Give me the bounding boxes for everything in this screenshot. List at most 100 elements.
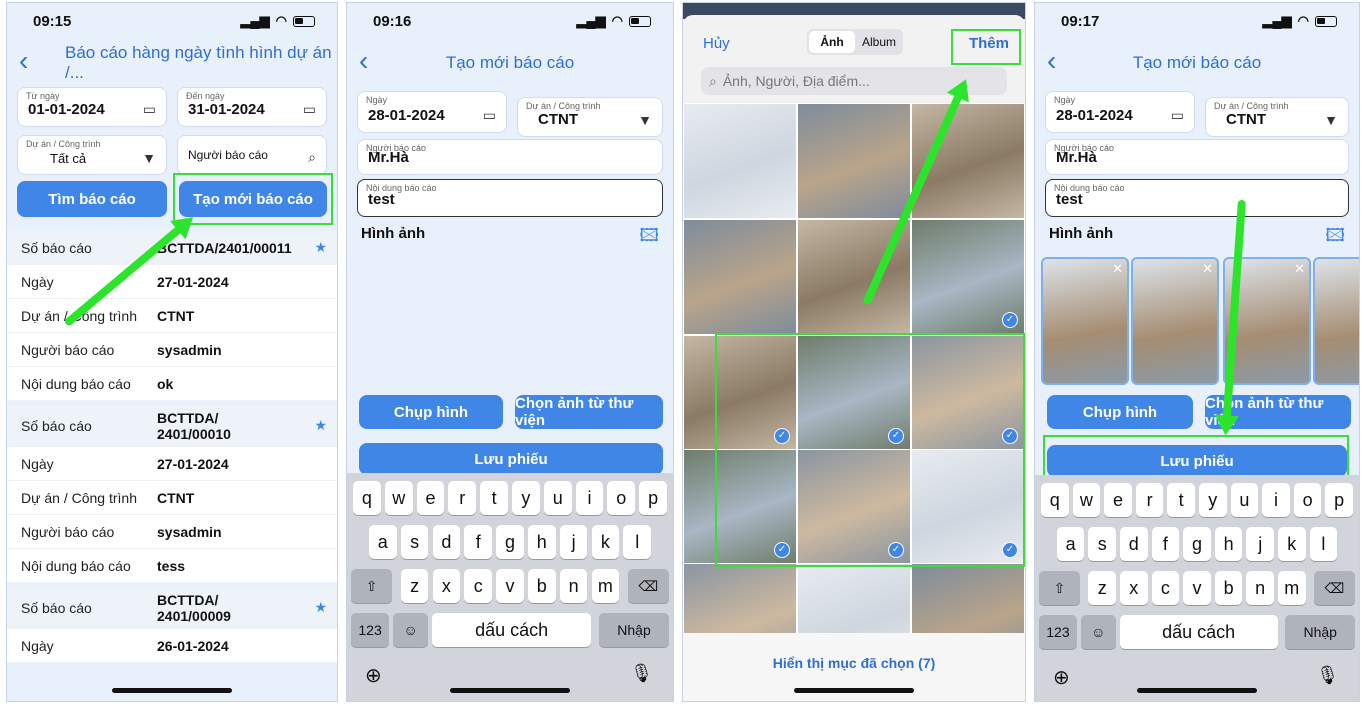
report-row[interactable]: Dự án / Công trình CTNT (7, 481, 337, 515)
date-field[interactable]: Ngày 28-01-2024 ▭ (357, 91, 507, 133)
image-gallery-icon[interactable]: 🖾 (639, 223, 659, 253)
report-row[interactable]: Ngày 27-01-2024 (7, 447, 337, 481)
show-selected-link[interactable]: Hiển thị mục đã chọn (7) (683, 655, 1025, 671)
globe-icon[interactable]: ⊕ (1053, 665, 1070, 690)
project-select[interactable]: Dự án / Công trình CTNT ▼ (1205, 97, 1349, 137)
camera-button[interactable]: Chụp hình (1047, 395, 1193, 429)
report-row[interactable]: Người báo cáo sysadmin (7, 515, 337, 549)
key-t[interactable]: t (1167, 483, 1195, 517)
remove-image-icon[interactable]: ✕ (1202, 261, 1213, 277)
library-button[interactable]: Chọn ảnh từ thư viện (515, 395, 663, 429)
key-p[interactable]: p (1325, 483, 1353, 517)
remove-image-icon[interactable]: ✕ (1112, 261, 1123, 277)
photo-thumbnail[interactable]: ✓ (911, 219, 1025, 335)
shift-key[interactable]: ⇧ (351, 569, 393, 603)
calendar-icon[interactable]: ▭ (303, 101, 316, 118)
key-w[interactable]: w (1072, 483, 1101, 517)
key-a[interactable]: a (1056, 527, 1085, 561)
search-report-button[interactable]: Tìm báo cáo (17, 181, 167, 217)
back-chevron-icon[interactable]: ‹ (359, 45, 368, 77)
key-o[interactable]: o (607, 481, 636, 515)
key-i[interactable]: i (575, 481, 604, 515)
to-date-field[interactable]: Đến ngày 31-01-2024 ▭ (177, 87, 327, 127)
tab-album[interactable]: Album (857, 31, 901, 53)
photo-thumbnail[interactable] (797, 103, 911, 219)
key-b[interactable]: b (1214, 571, 1243, 605)
report-row[interactable]: Ngày 27-01-2024 (7, 265, 337, 299)
key-c[interactable]: c (1151, 571, 1180, 605)
key-l[interactable]: l (623, 525, 652, 559)
save-button[interactable]: Lưu phiếu (359, 443, 663, 475)
key-q[interactable]: q (353, 481, 381, 515)
caret-down-icon[interactable]: ▼ (1324, 112, 1338, 128)
key-t[interactable]: t (480, 481, 508, 515)
key-k[interactable]: k (1278, 527, 1306, 561)
back-chevron-icon[interactable]: ‹ (1047, 45, 1056, 77)
shift-key[interactable]: ⇧ (1039, 571, 1081, 605)
report-row[interactable]: Số báo cáo BCTTDA/ 2401/00010 ★ (7, 405, 337, 447)
report-row[interactable]: Nội dung báo cáo ok (7, 367, 337, 401)
photo-thumbnail[interactable] (683, 219, 797, 335)
date-field[interactable]: Ngày 28-01-2024 ▭ (1045, 91, 1195, 133)
attached-image[interactable]: ✕ (1041, 257, 1129, 385)
reporter-field[interactable]: Người báo cáo Mr.Hà (357, 139, 663, 175)
key-d[interactable]: d (1120, 527, 1148, 561)
enter-key[interactable]: Nhập (1285, 615, 1355, 649)
attached-image[interactable]: ✕ (1131, 257, 1219, 385)
key-r[interactable]: r (1135, 483, 1164, 517)
back-chevron-icon[interactable]: ‹ (19, 45, 28, 77)
key-l[interactable]: l (1309, 527, 1338, 561)
key-r[interactable]: r (448, 481, 477, 515)
report-row[interactable]: Ngày 26-01-2024 (7, 629, 337, 663)
camera-button[interactable]: Chụp hình (359, 395, 503, 429)
calendar-icon[interactable]: ▭ (483, 107, 496, 124)
report-row[interactable]: Người báo cáo sysadmin (7, 333, 337, 367)
key-j[interactable]: j (559, 525, 588, 559)
key-y[interactable]: y (1199, 483, 1227, 517)
key-s[interactable]: s (1088, 527, 1116, 561)
key-e[interactable]: e (416, 481, 445, 515)
key-v[interactable]: v (496, 569, 524, 603)
key-m[interactable]: m (1278, 571, 1306, 605)
remove-image-icon[interactable]: ✕ (1294, 261, 1305, 277)
tab-photos[interactable]: Ảnh (809, 31, 855, 53)
caret-down-icon[interactable]: ▼ (142, 150, 156, 166)
key-q[interactable]: q (1041, 483, 1069, 517)
calendar-icon[interactable]: ▭ (1171, 107, 1184, 124)
from-date-field[interactable]: Từ ngày 01-01-2024 ▭ (17, 87, 167, 127)
key-h[interactable]: h (1214, 527, 1243, 561)
key-i[interactable]: i (1262, 483, 1290, 517)
backspace-key[interactable]: ⌫ (627, 569, 669, 603)
content-textarea[interactable]: Nội dung báo cáo test (1045, 179, 1349, 217)
key-g[interactable]: g (1183, 527, 1211, 561)
key-y[interactable]: y (512, 481, 540, 515)
cancel-button[interactable]: Hủy (703, 35, 730, 52)
key-a[interactable]: a (368, 525, 397, 559)
microphone-icon[interactable]: 🎙 (1316, 665, 1339, 686)
key-u[interactable]: u (1230, 483, 1259, 517)
numbers-key[interactable]: 123 (1039, 615, 1077, 649)
key-n[interactable]: n (1246, 571, 1274, 605)
key-s[interactable]: s (400, 525, 429, 559)
photo-thumbnail[interactable] (683, 103, 797, 219)
space-key[interactable]: dấu cách (1119, 615, 1278, 649)
key-n[interactable]: n (559, 569, 588, 603)
enter-key[interactable]: Nhập (599, 613, 669, 647)
project-select[interactable]: Dự án / Công trình Tất cả ▼ (17, 135, 167, 175)
key-j[interactable]: j (1246, 527, 1274, 561)
microphone-icon[interactable]: 🎙 (630, 663, 653, 684)
key-m[interactable]: m (591, 569, 620, 603)
search-icon[interactable]: ⌕ (308, 149, 316, 166)
key-p[interactable]: p (639, 481, 667, 515)
key-v[interactable]: v (1183, 571, 1211, 605)
image-gallery-icon[interactable]: 🖾 (1325, 223, 1345, 253)
key-e[interactable]: e (1104, 483, 1132, 517)
reporter-search-input[interactable]: Người báo cáo ⌕ (177, 135, 327, 175)
caret-down-icon[interactable]: ▼ (638, 112, 652, 128)
numbers-key[interactable]: 123 (351, 613, 390, 647)
project-select[interactable]: Dự án / Công trình CTNT ▼ (517, 97, 663, 137)
key-k[interactable]: k (591, 525, 620, 559)
key-x[interactable]: x (432, 569, 461, 603)
key-z[interactable]: z (400, 569, 429, 603)
emoji-icon[interactable]: ☺ (393, 613, 429, 647)
